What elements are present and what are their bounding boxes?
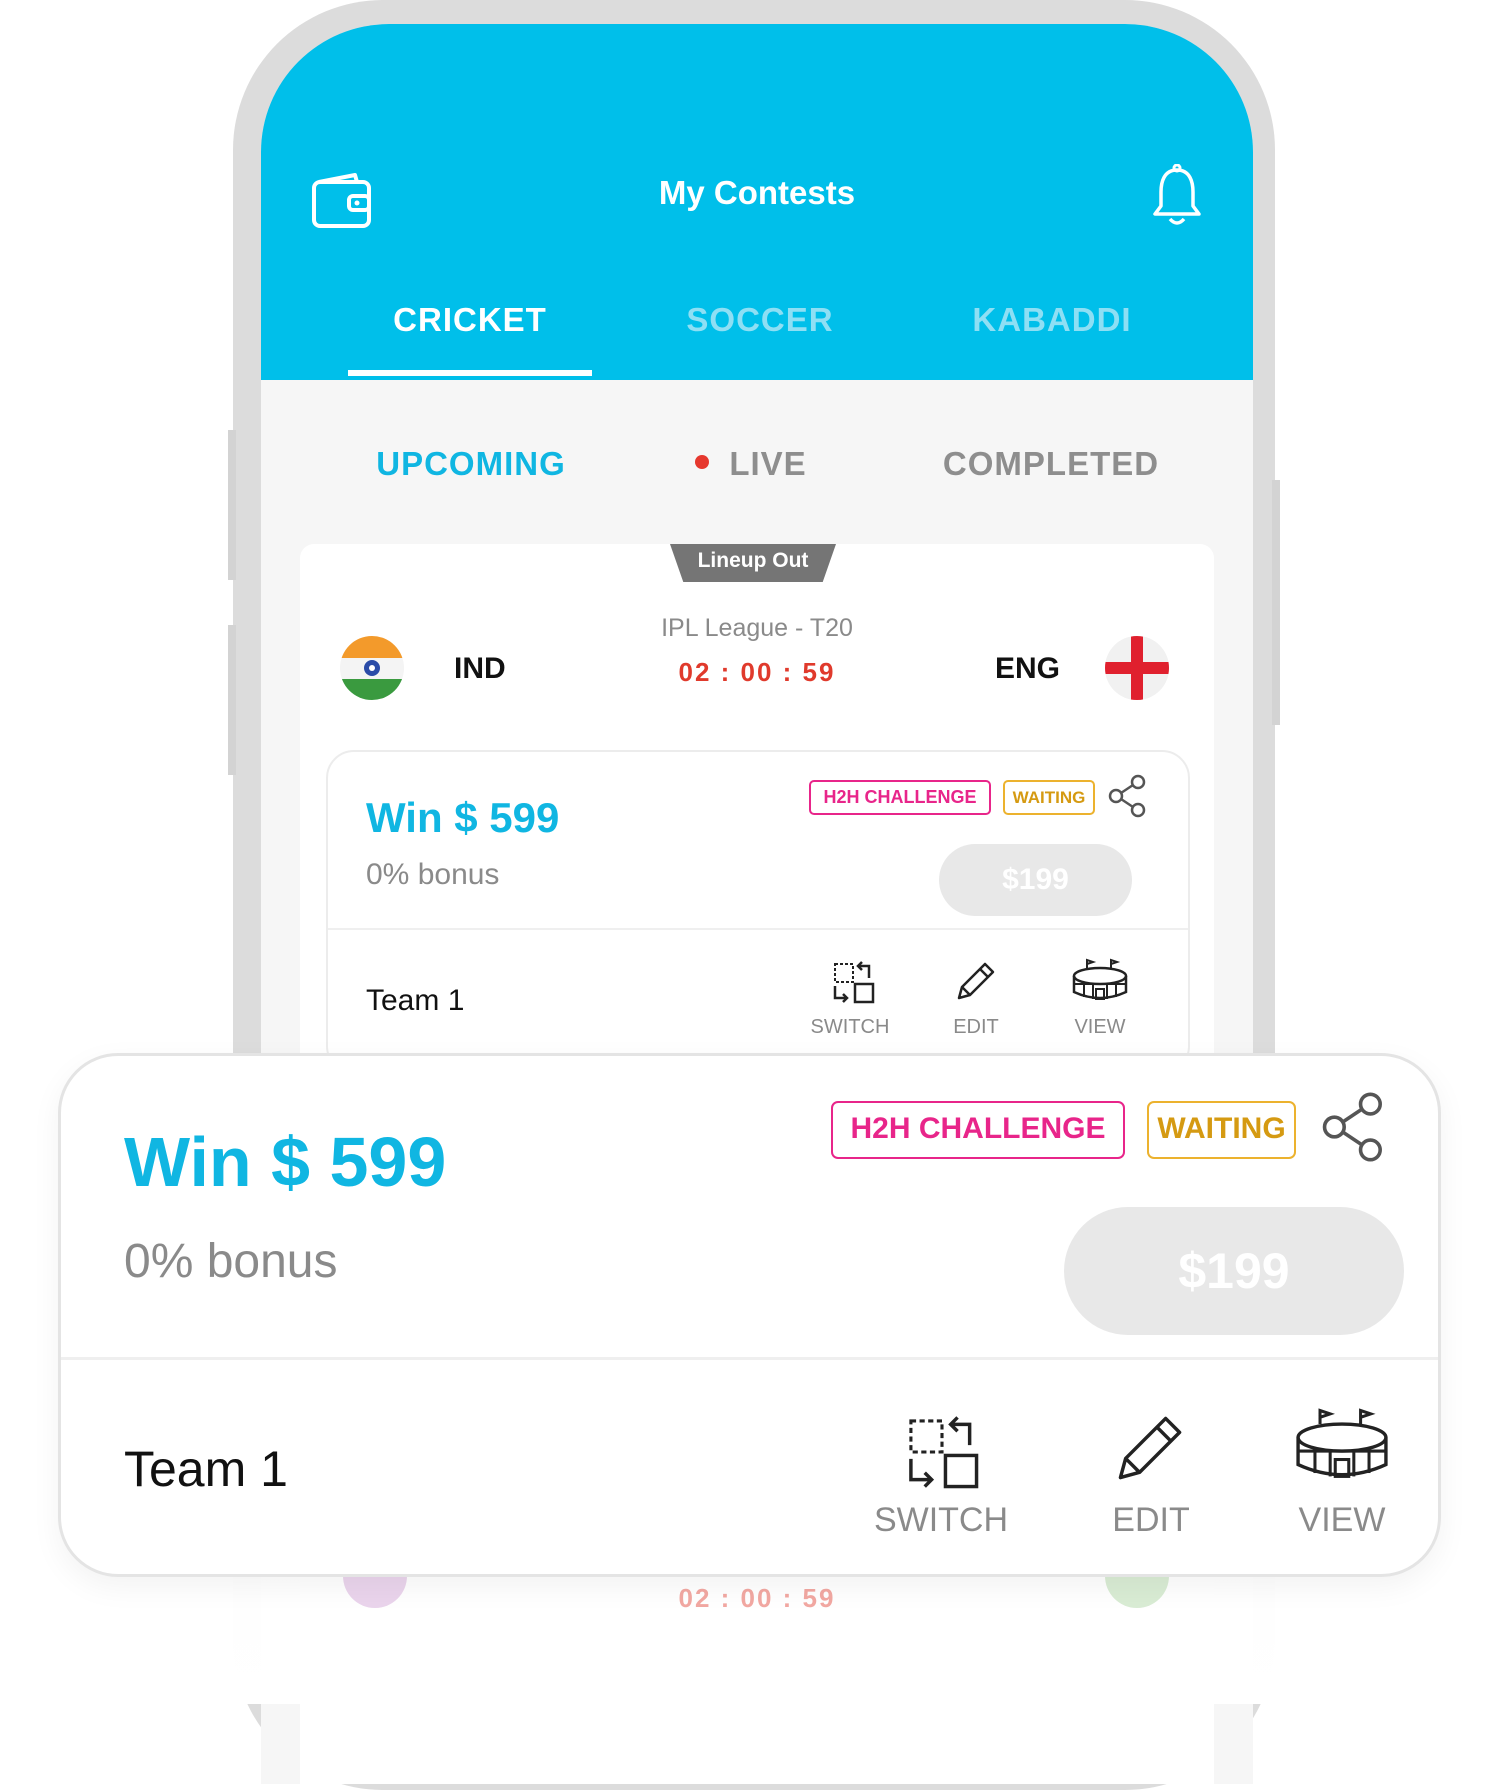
- phone-volume-button-2: [228, 625, 236, 775]
- match-timer: 02 : 00 : 59: [678, 657, 836, 687]
- view-label-zoomed[interactable]: VIEW: [1281, 1501, 1403, 1540]
- switch-icon[interactable]: [831, 960, 875, 1004]
- waiting-badge-zoomed: WAITING: [1147, 1101, 1296, 1159]
- faded-match-timer: 02 : 00 : 59: [678, 1583, 836, 1613]
- switch-label-zoomed[interactable]: SWITCH: [861, 1501, 1021, 1540]
- tab-completed[interactable]: COMPLETED: [891, 445, 1211, 483]
- stadium-view-icon[interactable]: [1071, 958, 1129, 1004]
- edit-pencil-icon-zoomed[interactable]: [1110, 1408, 1190, 1488]
- team-right-code: ENG: [995, 652, 1061, 685]
- phone-power-button: [1272, 480, 1280, 725]
- entry-fee-button[interactable]: $199: [939, 844, 1132, 916]
- stadium-view-icon-zoomed[interactable]: [1293, 1406, 1391, 1486]
- edit-label[interactable]: EDIT: [936, 1016, 1016, 1039]
- contest-card-small[interactable]: Win $ 599 0% bonus H2H CHALLENGE WAITING…: [326, 750, 1190, 1074]
- switch-icon-zoomed[interactable]: [904, 1414, 980, 1490]
- contest-card-zoomed[interactable]: Win $ 599 0% bonus H2H CHALLENGE WAITING…: [58, 1053, 1441, 1577]
- h2h-challenge-badge-zoomed: H2H CHALLENGE: [831, 1101, 1125, 1159]
- h2h-challenge-badge: H2H CHALLENGE: [809, 780, 991, 815]
- switch-label[interactable]: SWITCH: [808, 1016, 892, 1039]
- bonus-text-zoomed: 0% bonus: [124, 1235, 338, 1288]
- tab-kabaddi[interactable]: KABADDI: [902, 301, 1202, 339]
- app-header: My Contests CRICKET SOCCER KABADDI: [261, 24, 1253, 380]
- lineup-out-tag: Lineup Out: [670, 544, 836, 582]
- entry-fee-button-zoomed[interactable]: $199: [1064, 1207, 1404, 1335]
- divider-zoomed: [61, 1357, 1438, 1360]
- divider: [328, 928, 1188, 930]
- bonus-text: 0% bonus: [366, 858, 500, 891]
- waiting-badge: WAITING: [1003, 780, 1095, 815]
- england-flag-icon: [1105, 636, 1169, 700]
- win-amount-zoomed: Win $ 599: [124, 1123, 447, 1201]
- tab-live[interactable]: LIVE: [601, 445, 901, 483]
- tab-soccer[interactable]: SOCCER: [610, 301, 910, 339]
- page-title: My Contests: [658, 174, 856, 211]
- live-dot-icon: [695, 455, 710, 470]
- share-icon[interactable]: [1108, 774, 1148, 818]
- team-name: Team 1: [366, 984, 465, 1017]
- win-amount: Win $ 599: [366, 794, 560, 841]
- share-icon-zoomed[interactable]: [1321, 1091, 1387, 1163]
- phone-volume-button: [228, 430, 236, 580]
- tab-cricket[interactable]: CRICKET: [320, 301, 620, 339]
- bell-icon[interactable]: [1151, 164, 1203, 228]
- edit-pencil-icon[interactable]: [953, 958, 999, 1004]
- active-tab-indicator: [348, 370, 592, 376]
- edit-label-zoomed[interactable]: EDIT: [1081, 1501, 1221, 1540]
- view-label[interactable]: VIEW: [1058, 1016, 1142, 1039]
- tab-live-label: LIVE: [729, 445, 807, 482]
- tab-upcoming[interactable]: UPCOMING: [321, 445, 621, 483]
- team-name-zoomed: Team 1: [124, 1441, 288, 1497]
- league-name: IPL League - T20: [661, 614, 853, 642]
